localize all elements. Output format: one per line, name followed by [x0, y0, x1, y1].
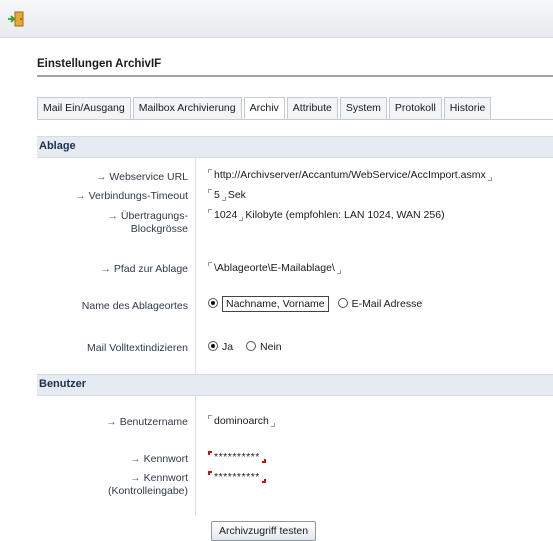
option-email-adresse-label[interactable]: E-Mail Adresse: [352, 298, 423, 310]
webservice-url-field[interactable]: http://Archivserver/Accantum/WebService/…: [208, 169, 492, 181]
test-archive-access-button[interactable]: Archivzugriff testen: [211, 521, 317, 541]
ablageort-name-options: Nachname, Vorname E-Mail Adresse: [208, 296, 422, 312]
tab-historie[interactable]: Historie: [443, 97, 492, 119]
blocksize-label: → Übertragungs- Blockgrösse: [107, 210, 188, 235]
password-label: → Kennwort: [130, 453, 188, 465]
tab-mailbox-archivierung[interactable]: Mailbox Archivierung: [132, 97, 242, 119]
username-label: → Benutzername: [106, 416, 188, 428]
password-confirm-label: → Kennwort (Kontrolleingabe): [108, 472, 188, 497]
pfad-field[interactable]: \Ablageorte\E-Mailablage\: [208, 262, 341, 274]
tab-mail-ein-ausgang[interactable]: Mail Ein/Ausgang: [37, 97, 131, 119]
column-divider: [195, 396, 196, 516]
option-nachname-vorname-label[interactable]: Nachname, Vorname: [222, 296, 329, 312]
ablageort-name-label: Name des Ablageortes: [81, 300, 188, 312]
arrow-right-icon: →: [130, 472, 144, 484]
section-header-benutzer: Benutzer: [37, 374, 553, 396]
tab-underline: [37, 119, 553, 120]
password-field[interactable]: **********: [208, 451, 266, 463]
blocksize-unit: Kilobyte (empfohlen: LAN 1024, WAN 256): [245, 209, 445, 221]
tab-protokoll[interactable]: Protokoll: [388, 97, 442, 119]
username-field[interactable]: dominoarch: [208, 415, 275, 427]
arrow-right-icon: →: [106, 416, 120, 428]
top-toolbar: [0, 0, 553, 38]
title-divider: [37, 75, 553, 77]
webservice-url-label: → Webservice URL: [95, 171, 188, 183]
radio-email-adresse[interactable]: [337, 298, 348, 308]
tab-bar: Mail Ein/Ausgang Mailbox Archivierung Ar…: [37, 97, 493, 119]
door-exit-icon[interactable]: [7, 11, 27, 27]
arrow-right-icon: →: [130, 453, 144, 465]
radio-nachname-vorname[interactable]: [208, 298, 218, 308]
tab-archiv[interactable]: Archiv: [243, 97, 285, 119]
tab-system[interactable]: System: [339, 97, 387, 119]
timeout-label: → Verbindungs-Timeout: [75, 190, 188, 202]
option-nein-label[interactable]: Nein: [260, 341, 282, 353]
volltext-options: Ja Nein: [208, 341, 282, 353]
section-title-benutzer: Benutzer: [39, 378, 87, 390]
pfad-label: → Pfad zur Ablage: [100, 263, 188, 275]
radio-ja[interactable]: [208, 341, 218, 351]
radio-nein[interactable]: [246, 341, 257, 351]
timeout-unit: Sek: [227, 189, 246, 201]
option-ja-label[interactable]: Ja: [222, 341, 233, 353]
section-title-ablage: Ablage: [39, 140, 76, 152]
password-confirm-field[interactable]: **********: [208, 471, 266, 483]
timeout-field[interactable]: 5 Sek: [208, 189, 246, 201]
arrow-right-icon: →: [100, 263, 114, 275]
volltext-label: Mail Volltextindizieren: [87, 342, 188, 354]
page-title: Einstellungen ArchivIF: [37, 58, 162, 70]
arrow-right-icon: →: [75, 190, 89, 202]
arrow-right-icon: →: [95, 171, 110, 183]
blocksize-field[interactable]: 1024 Kilobyte (empfohlen: LAN 1024, WAN 2…: [208, 209, 445, 221]
section-header-ablage: Ablage: [37, 136, 553, 158]
arrow-right-icon: →: [107, 210, 121, 222]
column-divider: [195, 158, 196, 374]
tab-attribute[interactable]: Attribute: [286, 97, 338, 119]
